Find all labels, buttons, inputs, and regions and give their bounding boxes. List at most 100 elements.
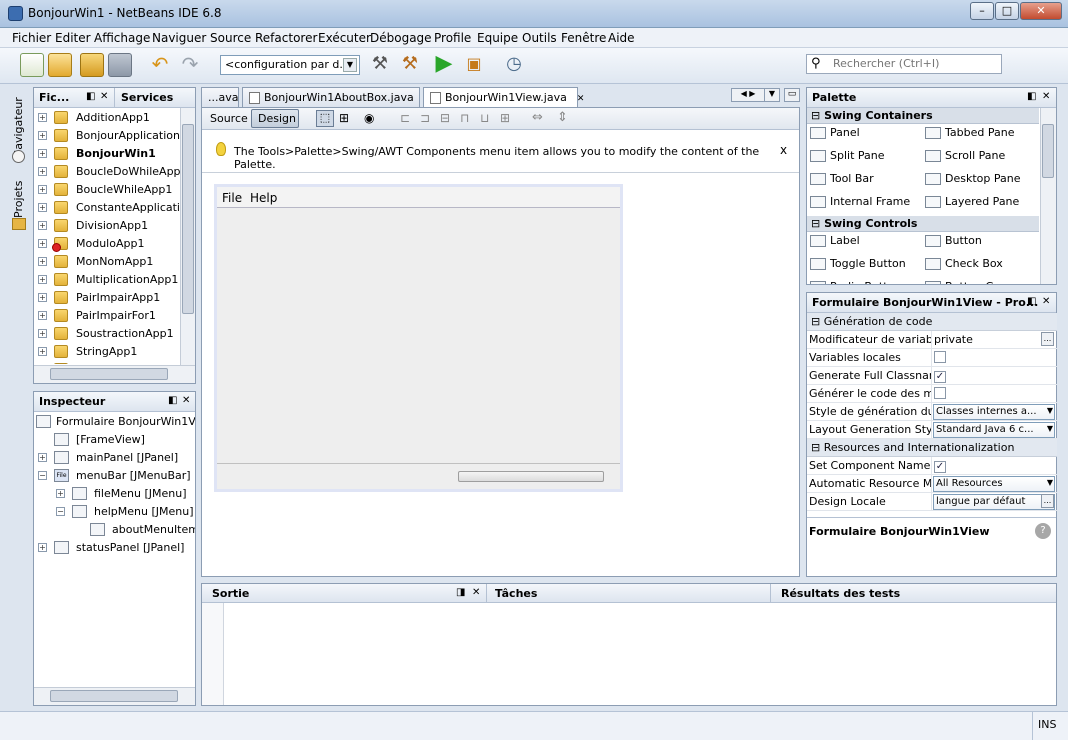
menu-source[interactable]: Source [210, 31, 251, 45]
inspector-item[interactable]: [FrameView] [34, 431, 195, 449]
tab-resultats-tests[interactable]: Résultats des tests [773, 584, 1056, 603]
close-tab-icon[interactable]: ✕ [577, 94, 585, 104]
collapse-icon[interactable]: − [56, 507, 65, 516]
property-value[interactable]: ✓ [931, 367, 1055, 385]
undo-icon[interactable]: ↶ [148, 53, 172, 77]
scroll-thumb[interactable] [50, 690, 178, 702]
property-value[interactable]: Classes internes a... ▼ [931, 403, 1055, 421]
panel-close-icon[interactable]: ✕ [100, 91, 108, 102]
expand-icon[interactable]: + [38, 453, 47, 462]
expand-icon[interactable]: + [38, 293, 47, 302]
expand-icon[interactable]: + [38, 221, 47, 230]
panel-close-icon[interactable]: ✕ [1042, 296, 1050, 307]
preview-design-icon[interactable]: ◉ [364, 111, 374, 125]
minimize-button[interactable]: – [970, 2, 994, 20]
expand-icon[interactable]: + [38, 275, 47, 284]
project-item[interactable]: + PairImpairApp1 [34, 289, 180, 307]
save-all-icon[interactable] [108, 53, 132, 77]
projects-vertical-scrollbar[interactable] [180, 108, 195, 365]
property-select[interactable]: All Resources ▼ [933, 476, 1055, 492]
scroll-thumb[interactable] [50, 368, 168, 380]
tab-services[interactable]: Services [114, 88, 179, 107]
align-left-icon[interactable]: ⊏ [400, 111, 410, 125]
expand-icon[interactable]: + [38, 239, 47, 248]
new-file-icon[interactable] [20, 53, 44, 77]
project-item[interactable]: + BoucleDoWhileApp1 [34, 163, 180, 181]
editor-tab-view[interactable]: BonjourWin1View.java ✕ [423, 87, 584, 108]
expand-icon[interactable]: + [38, 113, 47, 122]
source-button[interactable]: Source [210, 112, 248, 125]
menu-profile[interactable]: Profile [434, 31, 471, 45]
maximize-button[interactable]: □ [995, 2, 1019, 20]
edit-ellipsis-button[interactable]: ... [1041, 332, 1054, 346]
tab-scroll-arrows[interactable]: ◀ ▶ [731, 88, 765, 102]
project-item[interactable]: + MonNomApp1 [34, 253, 180, 271]
project-item[interactable]: + AdditionApp1 [34, 109, 180, 127]
panel-minimize-icon[interactable]: ◧ [86, 91, 95, 102]
center-vertically-icon[interactable]: ⊞ [500, 111, 510, 125]
inspector-item[interactable]: aboutMenuItem [ [34, 521, 195, 539]
property-value[interactable]: private... [931, 331, 1055, 349]
property-checkbox[interactable]: ✓ [934, 461, 946, 473]
tab-sortie[interactable]: Sortie [202, 584, 487, 603]
palette-item[interactable]: Scroll Pane [925, 149, 1005, 162]
panel-close-icon[interactable]: ✕ [182, 395, 190, 406]
project-item[interactable]: + BonjourWin1 [34, 145, 180, 163]
scroll-thumb[interactable] [1042, 124, 1054, 178]
inspector-item[interactable]: + fileMenu [JMenu] [34, 485, 195, 503]
property-value[interactable] [931, 349, 1055, 367]
palette-item[interactable]: Desktop Pane [925, 172, 1020, 185]
inspector-item[interactable]: + mainPanel [JPanel] [34, 449, 195, 467]
profile-icon[interactable]: ◷ [502, 53, 526, 77]
maximize-editor-icon[interactable]: ▭ [784, 88, 800, 102]
tab-files[interactable]: Fic... [39, 91, 69, 104]
project-item[interactable]: + ConstanteApplication [34, 199, 180, 217]
palette-item[interactable]: Radio Butto [810, 280, 894, 284]
expand-icon[interactable]: + [38, 203, 47, 212]
build-icon[interactable]: ⚒ [368, 53, 392, 77]
project-item[interactable]: + MultiplicationApp1 [34, 271, 180, 289]
palette-item[interactable]: Toggle Button [810, 257, 906, 270]
project-item[interactable]: +TheatreApp1 [34, 361, 180, 364]
open-project-icon[interactable] [80, 53, 104, 77]
property-group[interactable]: ⊟ Resources and Internationalization [807, 439, 1057, 457]
menu-debogage[interactable]: Débogage [370, 31, 432, 45]
expand-icon[interactable]: + [56, 489, 65, 498]
property-checkbox[interactable]: ✓ [934, 371, 946, 383]
expand-icon[interactable]: + [38, 543, 47, 552]
help-icon[interactable]: ? [1035, 523, 1051, 539]
vertical-resize-icon[interactable]: ⇕ [557, 110, 568, 125]
redo-icon[interactable]: ↷ [178, 53, 202, 77]
form-menu-help[interactable]: Help [250, 191, 277, 205]
menu-affichage[interactable]: Affichage [94, 31, 150, 45]
project-item[interactable]: + StringApp1 [34, 343, 180, 361]
property-value[interactable]: All Resources ▼ [931, 475, 1055, 493]
tab-projects[interactable]: Projets [12, 181, 25, 218]
panel-minimize-icon[interactable]: ◧ [1027, 91, 1036, 102]
property-checkbox[interactable] [934, 387, 946, 399]
horizontal-resize-icon[interactable]: ⇔ [532, 110, 543, 125]
palette-item[interactable]: Internal Frame [810, 195, 910, 208]
expand-icon[interactable]: + [38, 167, 47, 176]
menu-outils[interactable]: Outils [522, 31, 557, 45]
close-button[interactable]: ✕ [1020, 2, 1062, 20]
palette-item[interactable]: Label [810, 234, 860, 247]
expand-icon[interactable]: + [38, 149, 47, 158]
hint-close-button[interactable]: x [780, 143, 787, 157]
property-checkbox[interactable] [934, 351, 946, 363]
selection-mode-icon[interactable]: ⬚ [316, 110, 334, 127]
run-icon[interactable]: ▶ [432, 53, 456, 77]
connection-mode-icon[interactable]: ⊞ [339, 111, 349, 125]
expand-icon[interactable]: + [38, 347, 47, 356]
search-input[interactable] [833, 57, 998, 70]
menu-refactorer[interactable]: Refactorer [255, 31, 317, 45]
panel-close-icon[interactable]: ✕ [472, 587, 480, 598]
property-value[interactable]: Standard Java 6 c... ▼ [931, 421, 1055, 439]
menu-fenetre[interactable]: Fenêtre [561, 31, 606, 45]
editor-tab-truncated[interactable]: ...ava [201, 87, 239, 107]
property-value[interactable]: langue par défaut▼... [931, 493, 1055, 511]
form-designer-frame[interactable]: File Help [214, 184, 623, 492]
collapse-icon[interactable]: − [38, 471, 47, 480]
project-item[interactable]: + BoucleWhileApp1 [34, 181, 180, 199]
new-project-icon[interactable] [48, 53, 72, 77]
